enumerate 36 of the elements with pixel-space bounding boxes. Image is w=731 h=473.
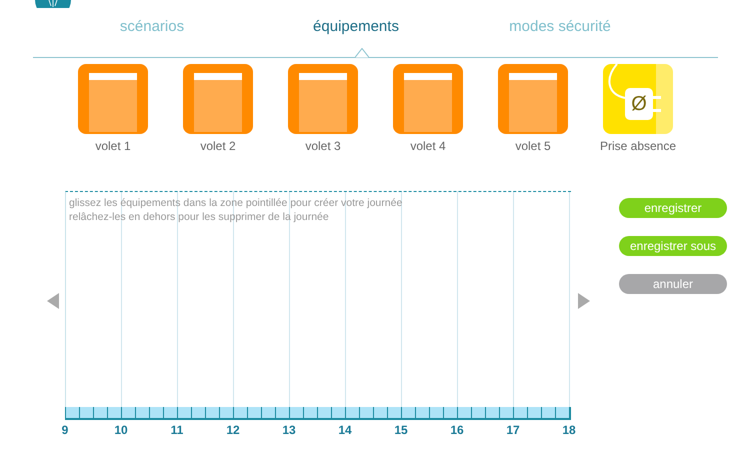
- hint-text: relâchez-les en dehors pour les supprimer de la journée: [69, 210, 330, 224]
- hour-label: 17: [506, 423, 520, 437]
- shutter-icon[interactable]: [498, 64, 568, 134]
- cancel-button[interactable]: annuler: [619, 274, 727, 294]
- hour-label: 13: [282, 423, 296, 437]
- plug-icon: [608, 64, 661, 120]
- hour-label: 15: [394, 423, 408, 437]
- tab[interactable]: équipements: [254, 18, 458, 42]
- hour-label: 10: [114, 423, 128, 437]
- hour-label: 16: [450, 423, 464, 437]
- device-tile[interactable]: Ø: [603, 64, 673, 134]
- shutter-icon[interactable]: [288, 64, 358, 134]
- drop-zone[interactable]: glissez les équipements dans la zone pointillée pour créer votre journée relâchez-les en dehors pour les supprimer de la journée: [65, 191, 571, 407]
- device-label: volet 4: [410, 139, 446, 153]
- save-button[interactable]: enregistrer: [619, 198, 727, 218]
- hint-text: glissez les équipements dans la zone pointillée pour créer votre journée: [69, 196, 404, 210]
- next-arrow[interactable]: [578, 293, 590, 309]
- hour-label: 9: [62, 423, 68, 437]
- hour-label: 18: [562, 423, 576, 437]
- hour-label: 11: [170, 423, 184, 437]
- shutter-icon[interactable]: [78, 64, 148, 134]
- shutter-icon[interactable]: [183, 64, 253, 134]
- device-label: volet 3: [305, 139, 341, 153]
- symbol-label: Ø: [630, 94, 648, 114]
- tab[interactable]: modes sécurité: [458, 18, 662, 42]
- device-label: Prise absence: [600, 139, 676, 153]
- previous-arrow[interactable]: [46, 293, 58, 309]
- device-label: volet 5: [515, 139, 551, 153]
- save-button[interactable]: enregistrer sous: [619, 236, 727, 256]
- shutter-icon[interactable]: [393, 64, 463, 134]
- device-label: volet 1: [95, 139, 131, 153]
- hour-label: 12: [226, 423, 240, 437]
- device-label: volet 2: [200, 139, 236, 153]
- logo-icon: [35, 0, 71, 8]
- hour-label: 14: [338, 423, 352, 437]
- tab[interactable]: scénarios: [50, 18, 254, 42]
